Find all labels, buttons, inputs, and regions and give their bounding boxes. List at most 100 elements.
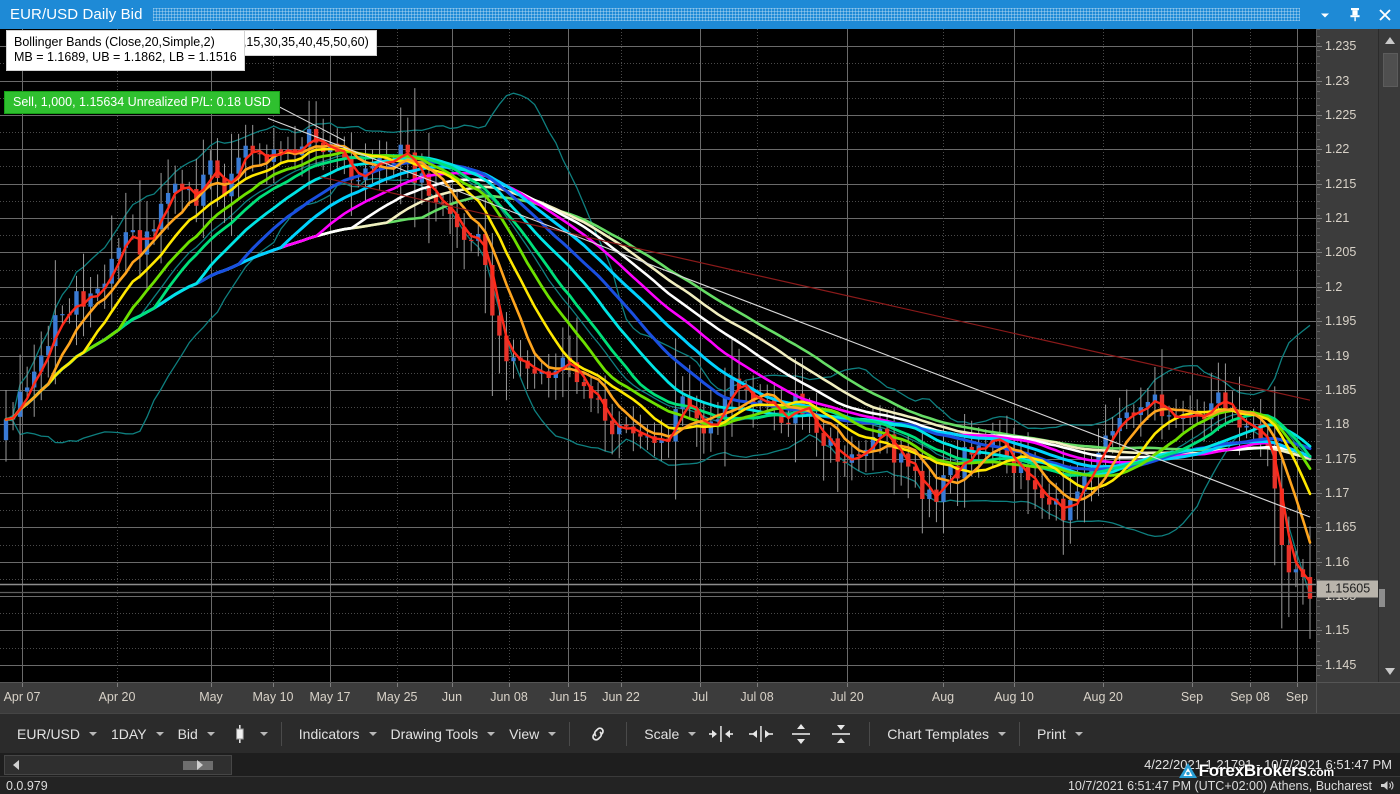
price-axis-minor-tick xyxy=(1317,91,1320,92)
chart-plot-area[interactable]: 2,15,30,35,40,45,50,60) Bollinger Bands … xyxy=(0,29,1316,682)
symbol-selector[interactable]: EUR/USD xyxy=(8,720,102,748)
price-axis-tick xyxy=(1317,665,1322,666)
price-axis-minor-tick xyxy=(1317,290,1320,291)
price-axis-minor-tick xyxy=(1317,297,1320,298)
price-axis-minor-tick xyxy=(1317,139,1320,140)
time-axis-tick xyxy=(273,683,274,687)
price-axis-minor-tick xyxy=(1317,366,1320,367)
horizontal-scrollbar[interactable] xyxy=(4,755,232,775)
price-axis-minor-tick xyxy=(1317,455,1320,456)
toolbar-divider xyxy=(281,722,282,746)
price-axis-minor-tick xyxy=(1317,153,1320,154)
timezone-label: 10/7/2021 6:51:47 PM (UTC+02:00) Athens,… xyxy=(1068,779,1380,793)
timeframe-label: 1DAY xyxy=(107,726,151,742)
price-axis-minor-tick xyxy=(1317,496,1320,497)
price-axis-minor-tick xyxy=(1317,435,1320,436)
price-axis-minor-tick xyxy=(1317,50,1320,51)
time-axis-tick xyxy=(1297,683,1298,687)
compress-horizontal-button[interactable] xyxy=(741,720,781,748)
indicators-menu[interactable]: Indicators xyxy=(290,720,382,748)
price-axis-minor-tick xyxy=(1317,180,1320,181)
time-axis-tick xyxy=(509,683,510,687)
time-axis-label: May 10 xyxy=(253,690,294,704)
time-axis-tick xyxy=(943,683,944,687)
price-axis-minor-tick xyxy=(1317,98,1320,99)
scroll-up-icon[interactable] xyxy=(1379,31,1400,49)
chart-type-selector[interactable] xyxy=(220,720,273,748)
price-axis-minor-tick xyxy=(1317,483,1320,484)
time-axis-label: May xyxy=(199,690,223,704)
compress-vertical-button[interactable] xyxy=(821,720,861,748)
print-label: Print xyxy=(1033,726,1070,742)
price-axis-minor-tick xyxy=(1317,283,1320,284)
drawing-tools-label: Drawing Tools xyxy=(387,726,483,742)
price-axis-minor-tick xyxy=(1317,655,1320,656)
price-type-selector[interactable]: Bid xyxy=(169,720,220,748)
price-axis-minor-tick xyxy=(1317,668,1320,669)
close-icon[interactable] xyxy=(1370,0,1400,29)
chevron-down-icon xyxy=(156,732,164,736)
drawing-tools-menu[interactable]: Drawing Tools xyxy=(382,720,501,748)
scale-menu[interactable]: Scale xyxy=(635,720,701,748)
price-axis-minor-tick xyxy=(1317,228,1320,229)
visible-range-label: 4/22/2021 1.21791 - 10/7/2021 6:51:47 PM xyxy=(1144,757,1392,772)
price-axis-minor-tick xyxy=(1317,441,1320,442)
scroll-down-icon[interactable] xyxy=(1379,662,1400,680)
price-axis-minor-tick xyxy=(1317,400,1320,401)
timeframe-selector[interactable]: 1DAY xyxy=(102,720,169,748)
vertical-scrollbar[interactable] xyxy=(1378,29,1400,682)
print-menu[interactable]: Print xyxy=(1028,720,1088,748)
chart-templates-menu[interactable]: Chart Templates xyxy=(878,720,1011,748)
version-label: 0.0.979 xyxy=(0,779,48,793)
chevron-down-icon[interactable] xyxy=(1310,0,1340,29)
link-charts-button[interactable] xyxy=(578,720,618,748)
current-price-badge[interactable]: 1.15605 xyxy=(1317,580,1379,597)
price-axis-minor-tick xyxy=(1317,56,1320,57)
price-axis-label: 1.18 xyxy=(1325,417,1349,431)
price-axis-label: 1.145 xyxy=(1325,658,1356,672)
scroll-left-icon[interactable] xyxy=(6,756,26,774)
open-position-tag[interactable]: Sell, 1,000, 1.15634 Unrealized P/L: 0.1… xyxy=(4,91,280,114)
price-axis-minor-tick xyxy=(1317,538,1320,539)
time-axis[interactable]: Apr 07Apr 20MayMay 10May 17May 25JunJun … xyxy=(0,682,1316,713)
time-axis-tick xyxy=(1250,683,1251,687)
price-axis-minor-tick xyxy=(1317,524,1320,525)
view-menu[interactable]: View xyxy=(500,720,561,748)
price-axis-tick xyxy=(1317,115,1322,116)
expand-vertical-button[interactable] xyxy=(781,720,821,748)
price-axis-minor-tick xyxy=(1317,194,1320,195)
chevron-down-icon xyxy=(1075,732,1083,736)
expand-horizontal-button[interactable] xyxy=(701,720,741,748)
time-axis-label: Aug xyxy=(932,690,954,704)
price-axis-minor-tick xyxy=(1317,510,1320,511)
price-axis-minor-tick xyxy=(1317,173,1320,174)
price-axis-minor-tick xyxy=(1317,338,1320,339)
candlestick-icon xyxy=(225,720,255,748)
price-axis-minor-tick xyxy=(1317,393,1320,394)
price-axis-label: 1.235 xyxy=(1325,39,1356,53)
price-axis-minor-tick xyxy=(1317,36,1320,37)
price-axis-minor-tick xyxy=(1317,448,1320,449)
price-axis-minor-tick xyxy=(1317,276,1320,277)
toolbar-divider xyxy=(869,722,870,746)
vertical-scrollbar-thumb[interactable] xyxy=(1383,53,1398,87)
price-axis[interactable]: 1.2351.231.2251.221.2151.211.2051.21.195… xyxy=(1316,29,1378,682)
bollinger-bands-legend: Bollinger Bands (Close,20,Simple,2) MB =… xyxy=(6,30,245,71)
price-axis-minor-tick xyxy=(1317,311,1320,312)
price-axis-minor-tick xyxy=(1317,146,1320,147)
price-axis-minor-tick xyxy=(1317,263,1320,264)
scroll-right-icon[interactable] xyxy=(189,756,209,774)
price-axis-tick xyxy=(1317,252,1322,253)
titlebar-drag-grip[interactable] xyxy=(153,8,1300,21)
chart-toolbar: EUR/USD 1DAY Bid Indicators Dr xyxy=(0,713,1400,753)
toolbar-divider xyxy=(1019,722,1020,746)
pin-icon[interactable] xyxy=(1340,0,1370,29)
time-axis-tick xyxy=(700,683,701,687)
time-axis-label: Apr 07 xyxy=(4,690,41,704)
speaker-icon[interactable] xyxy=(1380,779,1400,792)
price-axis-minor-tick xyxy=(1317,359,1320,360)
view-label: View xyxy=(505,726,543,742)
window-titlebar[interactable]: EUR/USD Daily Bid xyxy=(0,0,1400,29)
time-axis-tick xyxy=(621,683,622,687)
price-axis-minor-tick xyxy=(1317,421,1320,422)
